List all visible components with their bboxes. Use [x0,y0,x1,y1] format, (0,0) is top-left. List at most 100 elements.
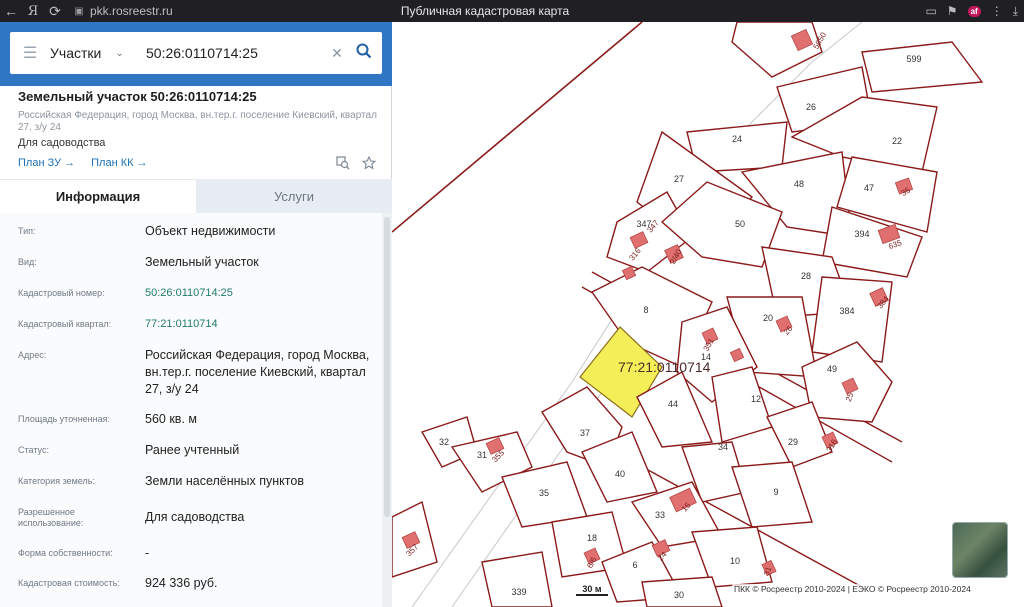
parcel-label: 28 [801,271,811,281]
scrollbar-thumb[interactable] [384,217,390,517]
parcel-label: 22 [892,136,902,146]
parcel-label: 32 [439,437,449,447]
parcel-label: 44 [668,399,678,409]
tabs-icon[interactable]: ▭ [925,4,936,18]
header-actions [336,156,376,170]
parcel-label: 30 [674,590,684,600]
parcel-label: 35 [539,488,549,498]
info-panel: ☰ Участки ⌄ 50:26:0110714:25 ✕ ‹ Земельн… [0,22,404,607]
reload-icon[interactable]: ⟳ [44,3,66,20]
info-value: Ранее учтенный [145,443,240,457]
info-label: Тип: [18,226,36,236]
tab-services[interactable]: Услуги [196,179,392,213]
info-label: Категория земель: [18,476,95,486]
parcel-label: 384 [839,306,854,316]
address-bar[interactable]: pkk.rosreestr.ru [90,4,173,18]
info-value: 924 336 руб. [145,576,218,590]
parcel-label: 47 [864,183,874,193]
parcel-label: 10 [730,556,740,566]
parcel-5050[interactable] [731,22,823,78]
parcel-label: 40 [615,469,625,479]
search-box: ☰ Участки ⌄ 50:26:0110714:25 ✕ [10,32,382,74]
cadastral-quarter-link[interactable]: 77:21:0110714 [145,316,377,333]
browser-right-icons: ▭ ⚑ af ⋮ ⤓ [925,0,1018,22]
panel-tabs: Информация Услуги [0,179,392,213]
info-value: Земли населённых пунктов [145,474,304,488]
info-label: Кадастровая стоимость: [18,578,120,588]
quarter-label: 77:21:0110714 [618,359,711,375]
parcel-label: 9 [773,487,778,497]
info-label: Площадь уточненная: [18,414,110,424]
basemap-switcher[interactable] [952,522,1008,578]
cadastral-map[interactable]: 599 26 24 22 27 48 47 394 347 50 28 8 38… [392,22,1024,607]
info-table: Тип: Объект недвижимости Вид: Земельный … [0,213,382,607]
parcel-label: 18 [587,533,597,543]
extension-badge[interactable]: af [967,5,981,17]
search-type-select[interactable]: Участки ⌄ [50,45,142,61]
favorite-star-icon[interactable] [362,156,376,170]
parcel-label: 50 [735,219,745,229]
parcel-label: 20 [763,313,773,323]
map-scale: 30 м [576,584,608,596]
parcel-label: 339 [511,587,526,597]
parcel-label: 48 [794,179,804,189]
extensions-icon[interactable]: ⋮ [991,4,1003,18]
cadastral-number-link[interactable]: 50:26:0110714:25 [145,285,377,302]
info-value: - [145,546,150,560]
search-input[interactable]: 50:26:0110714:25 [146,45,328,61]
info-label: Разрешенное использование: [18,507,84,528]
parcel-label: 34 [718,442,728,452]
parcel-header: Земельный участок 50:26:0110714:25 Росси… [18,89,378,134]
info-value: Объект недвижимости [145,224,276,238]
info-label: Статус: [18,445,49,455]
parcel-label: 6 [632,560,637,570]
parcel-599[interactable] [861,41,984,93]
chevron-down-icon: ⌄ [115,47,124,59]
parcel-address: Российская Федерация, город Москва, вн.т… [18,110,377,133]
clear-icon[interactable]: ✕ [328,45,346,62]
yandex-icon[interactable]: Я [22,4,44,19]
search-icon [356,43,372,58]
info-label: Кадастровый квартал: [18,319,112,329]
parcel-label: 394 [854,229,869,239]
info-value: Земельный участок [145,255,259,269]
parcel-label: 599 [906,54,921,64]
browser-toolbar: ← Я ⟳ ▣ pkk.rosreestr.ru Публичная кадас… [0,0,1024,22]
parcel-339[interactable] [481,551,553,607]
search-button[interactable] [346,43,382,64]
lock-icon[interactable]: ▣ [72,6,86,17]
map-copyright: ПКК © Росреестр 2010-2024 | ЕЭКО © Росре… [732,584,973,594]
plan-links: План ЗУ → План КК → [18,157,148,169]
parcel-use: Для садоводства [18,137,106,149]
info-scrollbar[interactable] [382,213,392,607]
plan-kk-link[interactable]: План КК → [91,157,147,169]
layers-menu-icon[interactable]: ☰ [10,43,50,63]
parcel-12[interactable] [711,366,773,443]
info-label: Вид: [18,257,37,267]
parcel-label: 12 [751,394,761,404]
map-canvas[interactable]: 599 26 24 22 27 48 47 394 347 50 28 8 38… [392,22,1024,607]
info-label: Кадастровый номер: [18,288,105,298]
parcel-9[interactable] [731,461,813,528]
info-value: 560 кв. м [145,412,197,426]
parcel-label: 37 [580,428,590,438]
tab-information[interactable]: Информация [0,179,196,213]
download-icon[interactable]: ⤓ [1013,4,1018,19]
parcel-label: 31 [477,450,487,460]
parcel-label: 49 [827,364,837,374]
parcel-title: Земельный участок 50:26:0110714:25 [18,89,257,104]
info-label: Адрес: [18,350,47,360]
plan-zu-link[interactable]: План ЗУ → [18,157,75,169]
parcel-label: 26 [806,102,816,112]
info-value: Российская Федерация, город Москва, вн.т… [145,348,370,396]
bookmark-icon[interactable]: ⚑ [947,4,958,18]
search-type-label: Участки [50,45,102,61]
parcel-label: 29 [788,437,798,447]
boundary-line [392,22,643,233]
back-icon[interactable]: ← [0,3,22,19]
zoom-to-icon[interactable] [336,156,350,170]
parcel-label: 24 [732,134,742,144]
parcel-label: 27 [674,174,684,184]
parcel-label: 8 [643,305,648,315]
search-bar: ☰ Участки ⌄ 50:26:0110714:25 ✕ [0,22,392,86]
